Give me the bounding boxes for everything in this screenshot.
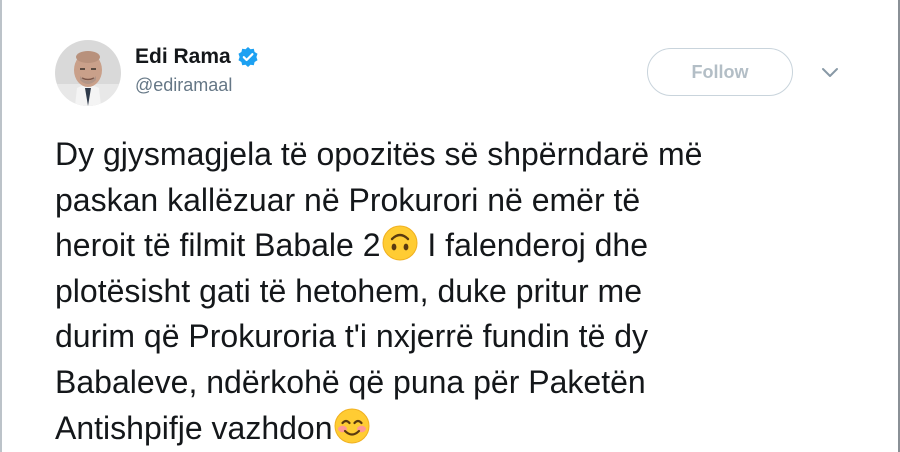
- avatar-image: [55, 40, 121, 106]
- author-name[interactable]: Edi Rama: [135, 45, 231, 69]
- tweet-text-line: Dy gjysmagjela të opozitës së shpërndarë…: [55, 136, 703, 172]
- tweet-text-segment: I falenderoj dhe: [418, 227, 648, 264]
- tweet-text-line: durim që Prokuroria t'i nxjerrë fundin t…: [55, 318, 649, 355]
- tweet-text-line: paskan kallëzuar në Prokurori në emër të: [55, 181, 641, 218]
- author-handle[interactable]: @ediramaal: [135, 75, 259, 96]
- tweet-text: Dy gjysmagjela të opozitës së shpërndarë…: [55, 132, 855, 451]
- tweet-text-line: Babaleve, ndërkohë që puna për Paketën: [55, 363, 646, 400]
- upside-down-face-emoji-icon: [381, 224, 419, 262]
- tweet-text-segment: Antishpifje vazhdon: [55, 409, 333, 446]
- follow-button[interactable]: Follow: [647, 48, 793, 96]
- name-row: Edi Rama: [135, 45, 259, 69]
- user-meta: Edi Rama @ediramaal: [135, 45, 259, 96]
- tweet-text-line: heroit të filmit Babale 2 I falenderoj d…: [55, 223, 855, 269]
- tweet-text-line: plotësisht gati të hetohem, duke pritur …: [55, 272, 642, 309]
- tweet-text-segment: heroit të filmit Babale 2: [55, 227, 381, 264]
- avatar[interactable]: [55, 40, 121, 106]
- chevron-down-icon[interactable]: [820, 66, 840, 80]
- smiling-blushing-face-emoji-icon: [333, 407, 371, 445]
- tweet-card: Edi Rama @ediramaal Follow Dy gjysmagjel…: [0, 0, 900, 452]
- tweet-header: Edi Rama @ediramaal: [55, 40, 259, 106]
- tweet-text-line: Antishpifje vazhdon: [55, 406, 855, 452]
- verified-badge-icon: [237, 46, 259, 68]
- card-left-border: [0, 0, 2, 452]
